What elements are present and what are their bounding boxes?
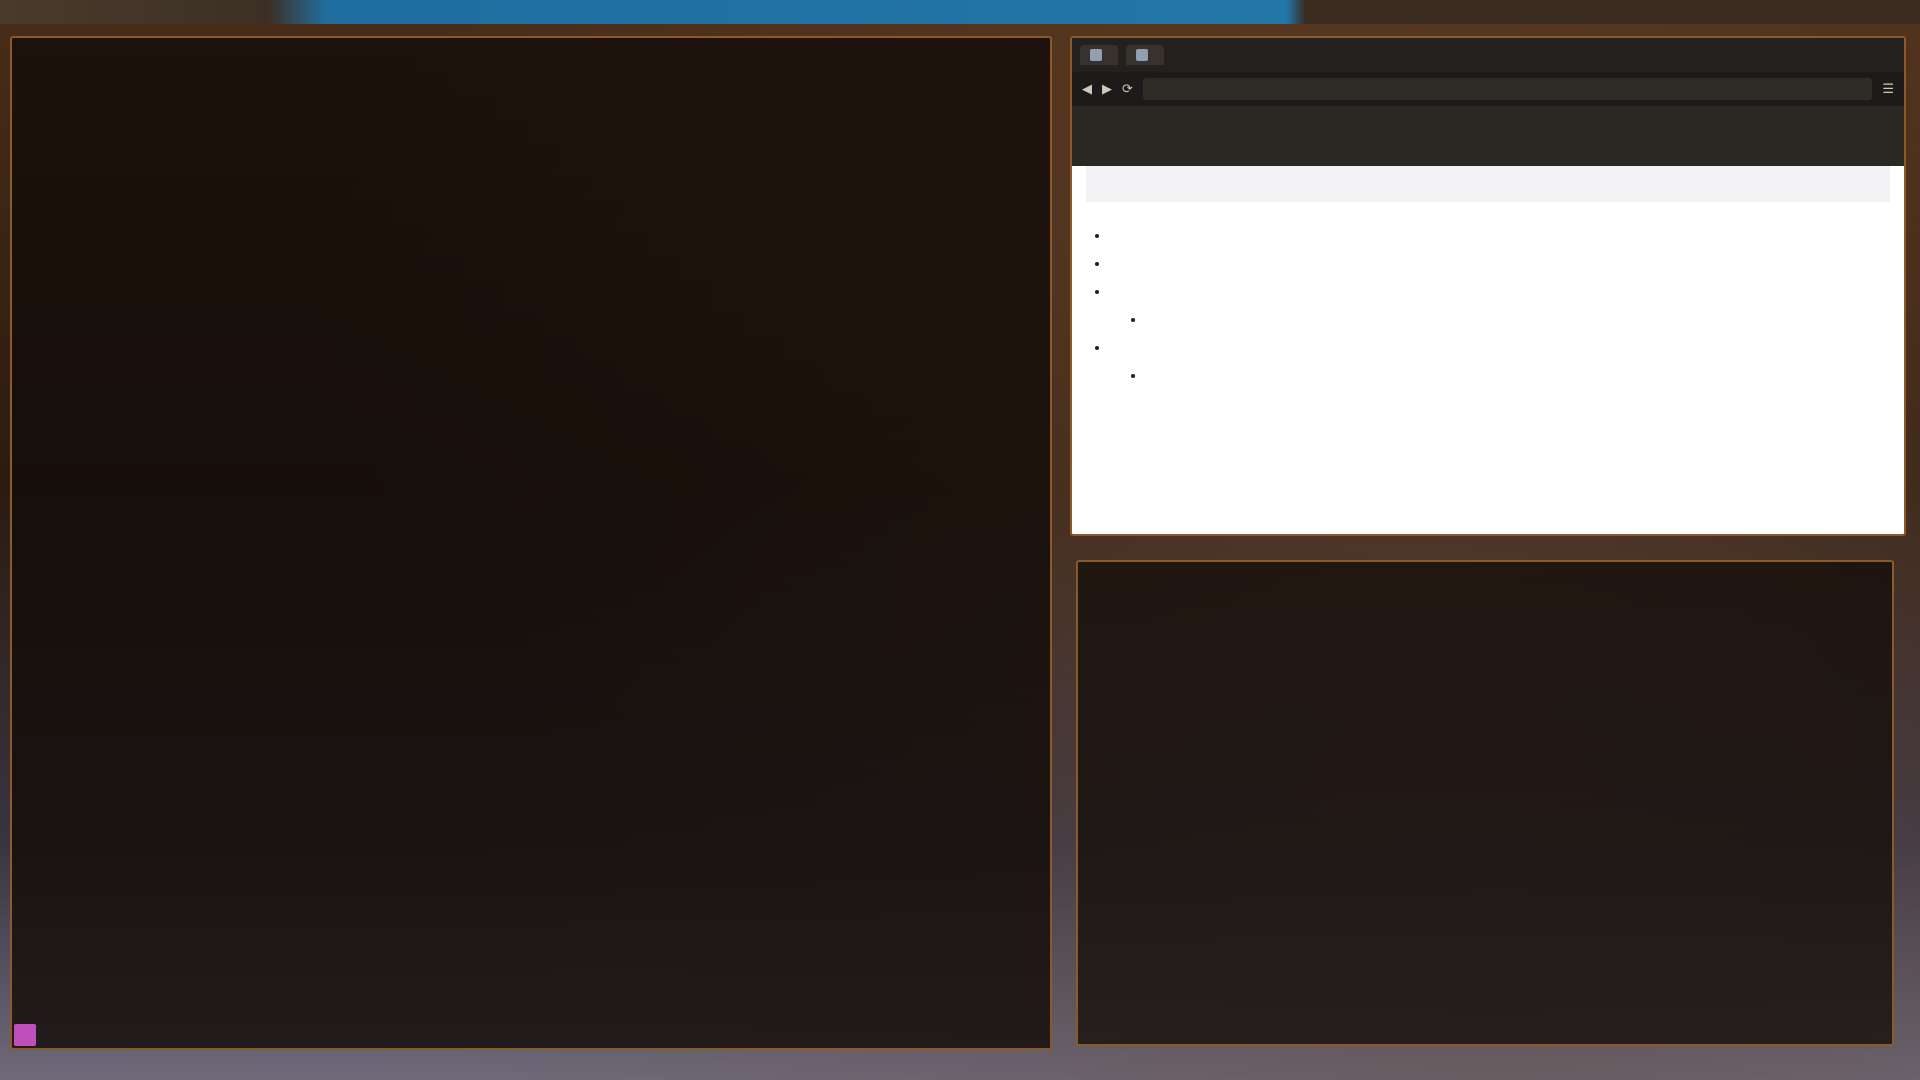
page-icon	[1090, 49, 1102, 61]
list-item[interactable]	[1110, 334, 1890, 362]
menu-icon[interactable]: ☰	[1882, 82, 1894, 97]
address-bar[interactable]	[1142, 78, 1873, 100]
summary-list	[1086, 222, 1890, 278]
page-icon	[1136, 49, 1148, 61]
forward-icon[interactable]: ▶	[1102, 82, 1112, 97]
list-item[interactable]	[1110, 278, 1890, 306]
navigation-bar: ◀ ▶ ⟳ ☰	[1072, 72, 1904, 106]
terminal-left[interactable]	[10, 36, 1052, 1050]
browser-window: ◀ ▶ ⟳ ☰	[1070, 36, 1906, 536]
breadcrumb	[1086, 166, 1890, 202]
contents-list	[1086, 278, 1890, 390]
app-launcher-icon[interactable]	[14, 1024, 36, 1046]
reload-icon[interactable]: ⟳	[1122, 82, 1133, 97]
terminal-right[interactable]	[1076, 560, 1894, 1046]
list-item	[1110, 222, 1890, 250]
tab-bar	[1072, 38, 1904, 72]
tab-2[interactable]	[1126, 45, 1164, 65]
list-item	[1110, 250, 1890, 278]
web-page	[1072, 166, 1904, 534]
top-bar	[0, 0, 1920, 24]
list-item[interactable]	[1146, 306, 1890, 334]
tab-1[interactable]	[1080, 45, 1118, 65]
list-item[interactable]	[1146, 362, 1890, 390]
back-icon[interactable]: ◀	[1082, 82, 1092, 97]
